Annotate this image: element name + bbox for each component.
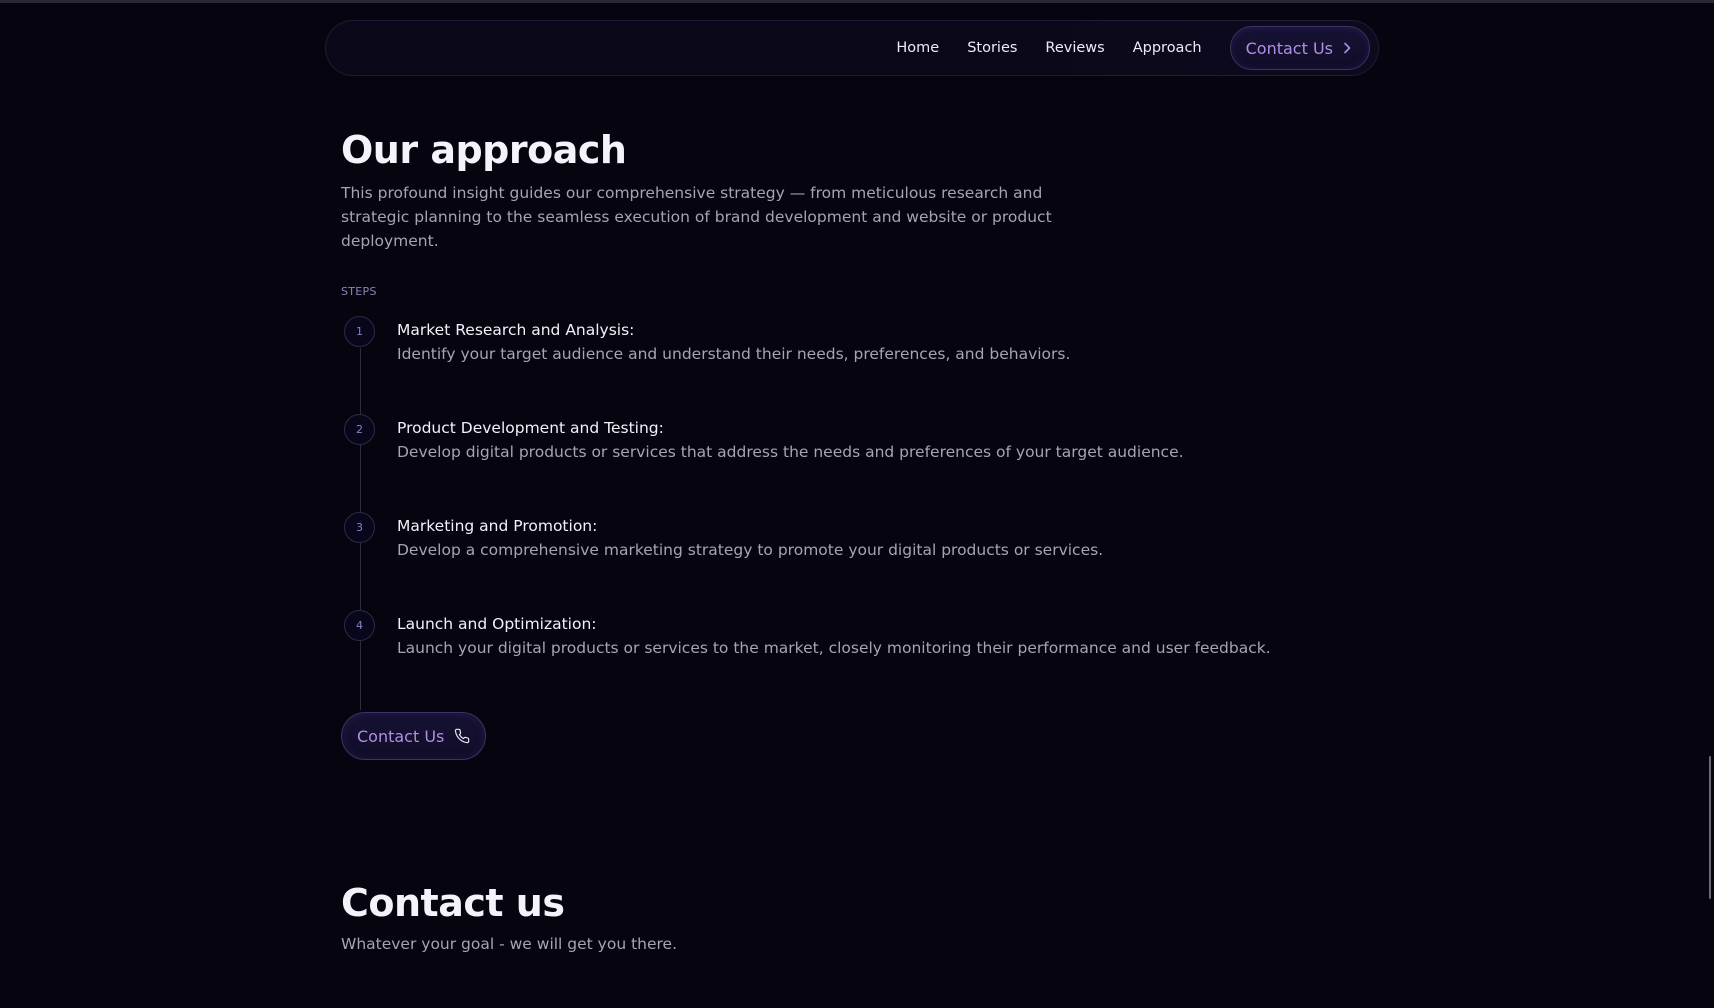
step-number-badge: 1 [344, 316, 375, 347]
nav-links: Home Stories Reviews Approach Contact Us [896, 21, 1378, 75]
step-description: Identify your target audience and unders… [397, 345, 1071, 363]
top-navigation-bar: Home Stories Reviews Approach Contact Us [325, 20, 1379, 76]
nav-link-home[interactable]: Home [896, 40, 939, 56]
nav-link-stories[interactable]: Stories [967, 40, 1017, 56]
approach-contact-us-button[interactable]: Contact Us [341, 712, 487, 760]
nav-contact-us-button[interactable]: Contact Us [1229, 26, 1370, 70]
phone-icon [455, 728, 470, 744]
approach-contact-us-label: Contact Us [357, 726, 445, 746]
step-title: Marketing and Promotion: [397, 517, 598, 535]
step-number-badge: 3 [344, 512, 375, 543]
nav-link-reviews[interactable]: Reviews [1045, 40, 1104, 56]
step-description: Launch your digital products or services… [397, 639, 1271, 657]
step-description: Develop digital products or services tha… [397, 443, 1184, 461]
chevron-right-icon [1344, 42, 1351, 54]
nav-contact-us-label: Contact Us [1245, 38, 1333, 58]
step-description: Develop a comprehensive marketing strate… [397, 541, 1104, 559]
step-number-badge: 4 [344, 610, 375, 641]
step-title: Launch and Optimization: [397, 615, 597, 633]
nav-link-approach[interactable]: Approach [1133, 40, 1202, 56]
scrollbar-thumb[interactable] [1709, 756, 1711, 899]
steps-label: STEPS [341, 285, 377, 298]
step-title: Market Research and Analysis: [397, 321, 635, 339]
approach-description: This profound insight guides our compreh… [341, 184, 1052, 250]
approach-heading: Our approach [341, 128, 627, 172]
step-number-badge: 2 [344, 414, 375, 445]
step-title: Product Development and Testing: [397, 419, 664, 437]
window-top-edge [0, 0, 1714, 3]
contact-subtitle: Whatever your goal - we will get you the… [341, 935, 678, 953]
contact-heading: Contact us [341, 881, 565, 925]
vertical-scrollbar[interactable] [1708, 0, 1714, 1008]
